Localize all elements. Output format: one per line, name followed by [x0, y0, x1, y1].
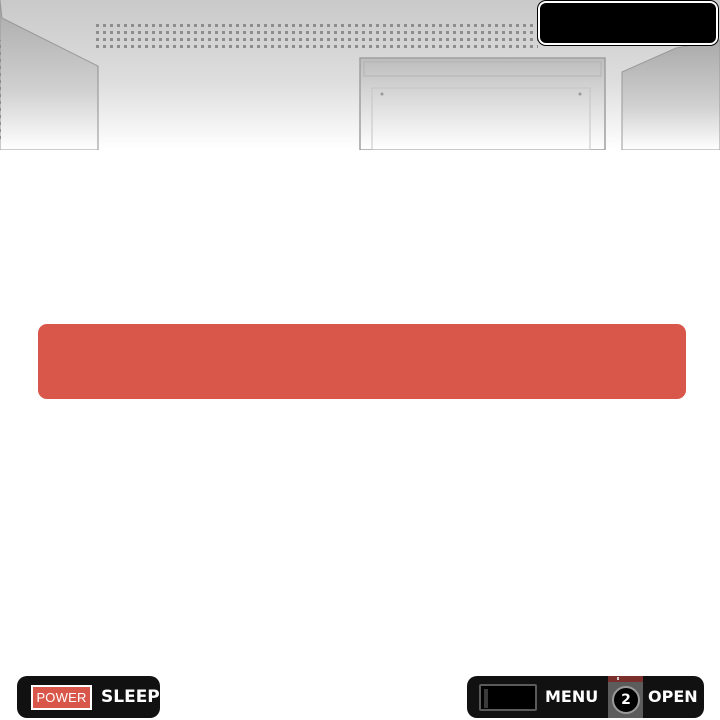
power-button[interactable]: POWER	[31, 685, 92, 710]
open-button-label[interactable]: OPEN	[648, 685, 698, 709]
sleep-button-label[interactable]: SLEEP	[101, 685, 160, 710]
open-counter-box[interactable]: 2	[608, 676, 643, 718]
counter-indicator	[608, 676, 643, 682]
menu-label: MENU	[545, 687, 599, 706]
game-screen: POWER SLEEP MENU 2 OPEN	[0, 0, 720, 720]
open-count-badge: 2	[612, 686, 640, 714]
message-banner	[38, 324, 686, 399]
menu-button[interactable]	[479, 684, 537, 711]
top-right-display-panel	[538, 1, 718, 45]
left-control-strip: POWER SLEEP	[17, 676, 160, 718]
right-control-strip: MENU 2 OPEN	[467, 676, 704, 718]
